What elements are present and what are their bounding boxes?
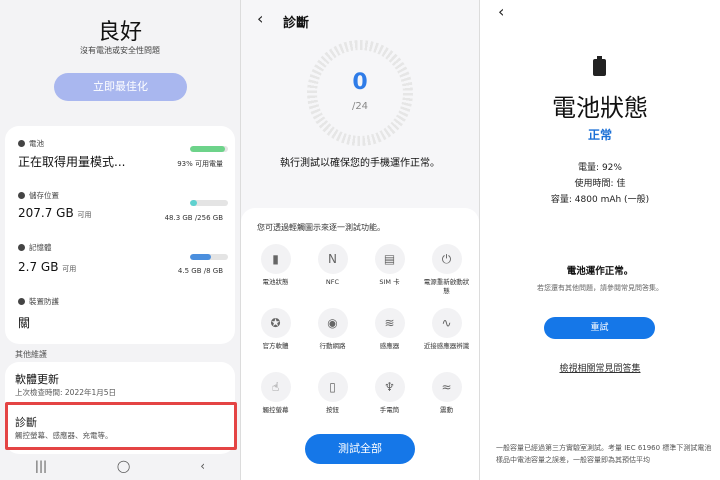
protection-value: 關 [18,316,31,330]
test-all-button[interactable]: 測試全部 [305,434,415,464]
test-item[interactable]: ▤ SIM 卡 [361,244,418,308]
test-item[interactable]: ⏻ 電源重新啟動狀態 [418,244,475,308]
memory-value: 2.7 GB [18,260,59,274]
battery-level: 電量: 92% [578,163,622,173]
battery-lifespan: 使用時間: 佳 [574,179,626,189]
test-item[interactable]: ◉ 行動網路 [304,308,361,372]
back-arrow-icon[interactable]: ‹ [498,2,504,21]
battery-info: 電量: 92% 使用時間: 佳 容量: 4800 mAh (一般) [480,160,720,208]
memory-icon [18,244,25,251]
result-title: 電池運作正常。 [566,266,634,277]
storage-usage: 48.3 GB /256 GB [164,214,223,222]
test-item[interactable]: ♆ 手電筒 [361,372,418,436]
battery-percent: 93% 可用電量 [177,160,223,168]
proximity-icon: ∿ [431,308,462,338]
power-icon: ⏻ [431,244,462,274]
battery-bar [190,146,228,152]
memory-usage: 4.5 GB /8 GB [177,267,223,275]
test-label: 按鈕 [326,406,339,414]
antenna-icon: ◉ [317,308,348,338]
test-label: 官方軟體 [262,342,289,350]
back-arrow-icon[interactable]: ‹ [257,9,263,28]
badge-icon: ✪ [260,308,291,338]
battery-icon [593,56,606,76]
diagnostics-panel: ‹ 診斷 0 /24 執行測試以確保您的手機運作正常。 您可透過輕觸圖示來逐一測… [241,0,479,480]
stats-card: 電池 正在取得用量模式... 93% 可用電量 儲存位置 207.7 GB 可用… [5,126,235,344]
tests-total-count: /24 [351,101,369,112]
sim-card-icon: ▤ [374,244,405,274]
home-icon[interactable]: ◯ [117,459,130,473]
test-label: 手電筒 [379,406,400,414]
page-title: 電池狀態 [552,94,648,122]
diagnostics-highlight[interactable] [5,402,237,450]
test-item[interactable]: ≈ 震動 [418,372,475,436]
software-update-subtitle: 上次檢查時間: 2022年1月5日 [15,388,117,397]
test-label: 行動網路 [319,342,346,350]
test-item[interactable]: ▯ 按鈕 [304,372,361,436]
faq-link[interactable]: 檢視相關常見問答集 [480,361,720,374]
test-item[interactable]: ∿ 近接感應器辨識 [418,308,475,372]
storage-icon [18,192,25,199]
diagnostics-description: 執行測試以確保您的手機運作正常。 [280,158,440,169]
touch-icon: ☝ [260,372,291,402]
section-label: 其他維護 [15,350,47,359]
status-title: 良好 [97,20,142,45]
optimize-now-button[interactable]: 立即最佳化 [54,73,187,101]
flashlight-icon: ♆ [374,372,405,402]
tests-hint: 您可透過輕觸圖示來逐一測試功能。 [257,223,385,232]
test-label: 感應器 [379,342,400,350]
storage-value: 207.7 GB [18,206,74,220]
button-icon: ▯ [317,372,348,402]
nav-bar: ||| ◯ ‹ [0,452,240,480]
test-item[interactable]: ▮ 電池狀態 [247,244,304,308]
battery-status-panel: ‹ 電池狀態 正常 電量: 92% 使用時間: 佳 容量: 4800 mAh (… [480,0,720,480]
test-label: SIM 卡 [379,278,400,286]
page-title: 診斷 [283,16,310,31]
status-badge: 正常 [587,128,612,142]
test-label: 電源重新啟動狀態 [423,278,470,295]
recents-icon[interactable]: ||| [35,459,47,473]
battery-icon [18,140,25,147]
device-care-panel: 良好 沒有電池或安全性問題 立即最佳化 電池 正在取得用量模式... 93% 可… [0,0,240,480]
capacity-disclaimer: 一般容量已經過第三方實驗室測試。考量 IEC 61960 標準下測試電池樣品中電… [496,444,712,464]
nfc-icon: N [317,244,348,274]
storage-bar [190,200,228,206]
shield-icon [18,298,25,305]
test-item[interactable]: ☝ 觸控螢幕 [247,372,304,436]
test-item[interactable]: N NFC [304,244,361,308]
test-label: 觸控螢幕 [262,406,289,414]
tests-done-count: 0 [352,70,368,95]
retry-button[interactable]: 重試 [544,317,655,339]
software-update-title[interactable]: 軟體更新 [15,371,59,387]
status-subtitle: 沒有電池或安全性問題 [80,46,160,55]
test-label: 震動 [440,406,453,414]
test-label: 電池狀態 [262,278,289,286]
battery-icon: ▮ [260,244,291,274]
result-subtitle: 若您還有其他問題，請參閱常見問答集。 [537,284,663,292]
test-label: NFC [325,278,340,286]
tests-grid: ▮ 電池狀態 N NFC ▤ SIM 卡 ⏻ 電源重新啟動狀態 ✪ 官方軟體 ◉ 行動網路 ≋ 感應器 ∿ 近… [247,244,475,436]
vibrate-icon: ≈ [431,372,462,402]
test-item[interactable]: ✪ 官方軟體 [247,308,304,372]
test-item[interactable]: ≋ 感應器 [361,308,418,372]
vibration-icon: ≋ [374,308,405,338]
back-icon[interactable]: ‹ [200,459,205,473]
memory-bar [190,254,228,260]
test-label: 近接感應器辨識 [423,342,470,350]
battery-value: 正在取得用量模式... [18,155,126,169]
battery-capacity: 容量: 4800 mAh (一般) [550,195,650,205]
